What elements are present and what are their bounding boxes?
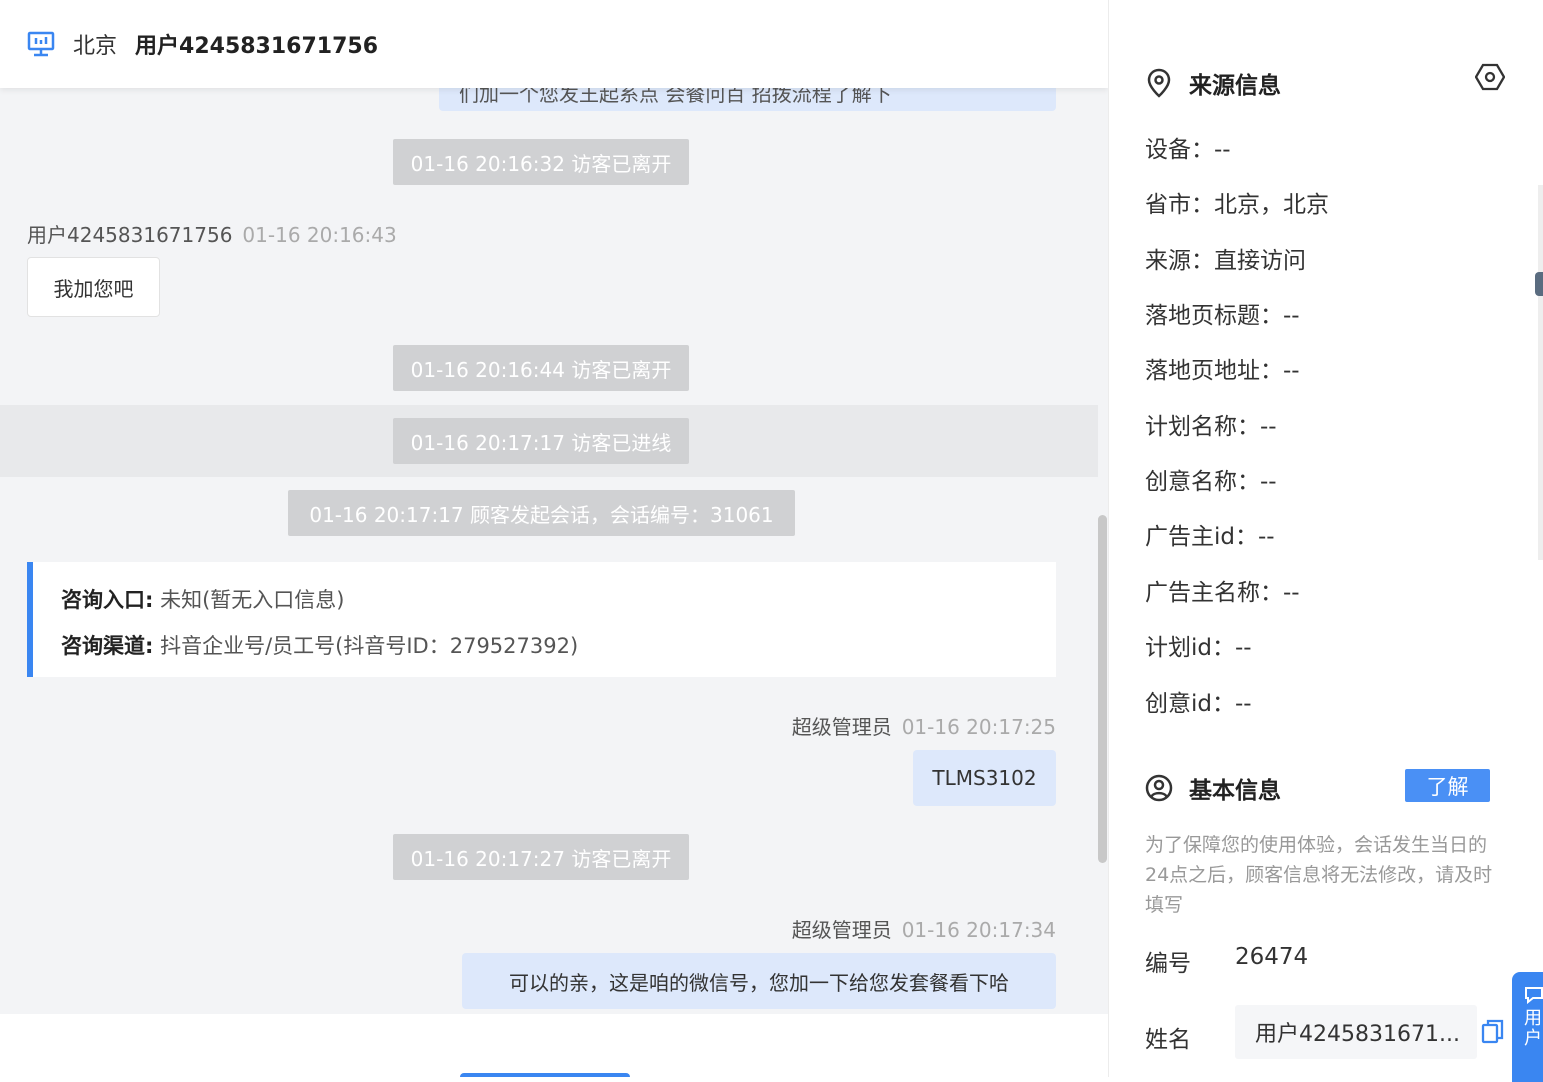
message-time: 01-16 20:17:34 bbox=[901, 918, 1056, 942]
source-field-plan-name: 计划名称：-- bbox=[1145, 414, 1277, 440]
source-field-landing-url: 落地页地址：-- bbox=[1145, 358, 1300, 384]
visitor-name: 用户4245831671756 bbox=[135, 34, 379, 59]
system-event: 01-16 20:16:44 访客已离开 bbox=[393, 345, 689, 391]
agent-message-bubble: TLMS3102 bbox=[913, 750, 1056, 806]
panel-collapse-handle[interactable] bbox=[1535, 272, 1543, 296]
source-field-advertiser-id: 广告主id：-- bbox=[1145, 524, 1275, 550]
system-event: 01-16 20:17:27 访客已离开 bbox=[393, 834, 689, 880]
source-field-device: 设备：-- bbox=[1145, 137, 1231, 163]
customer-id-value: 26474 bbox=[1235, 944, 1309, 970]
basic-info-title-text: 基本信息 bbox=[1189, 778, 1281, 804]
message-time: 01-16 20:17:25 bbox=[901, 715, 1056, 739]
learn-more-button[interactable]: 了解 bbox=[1405, 769, 1490, 802]
visitor-message-bubble: 我加您吧 bbox=[27, 257, 160, 317]
system-event: 01-16 20:16:32 访客已离开 bbox=[393, 139, 689, 185]
info-edit-notice: 为了保障您的使用体验，会话发生当日的24点之后，顾客信息将无法修改，请及时填写 bbox=[1145, 834, 1493, 916]
sender-name: 超级管理员 bbox=[791, 715, 892, 739]
floating-user-button[interactable]: 用 户 bbox=[1512, 972, 1543, 1082]
customer-id-label: 编号 bbox=[1145, 951, 1191, 977]
source-field-plan-id: 计划id：-- bbox=[1145, 635, 1252, 661]
source-field-region: 省市：北京，北京 bbox=[1145, 192, 1329, 218]
source-info-title-text: 来源信息 bbox=[1189, 73, 1281, 99]
consult-info-card: 咨询入口: 未知(暂无入口信息) 咨询渠道: 抖音企业号/员工号(抖音号ID：2… bbox=[27, 562, 1056, 677]
source-field-advertiser-name: 广告主名称：-- bbox=[1145, 580, 1300, 606]
consult-channel: 咨询渠道: 抖音企业号/员工号(抖音号ID：279527392) bbox=[61, 630, 578, 660]
system-event: 01-16 20:17:17 访客已进线 bbox=[393, 418, 689, 464]
sender-name: 用户4245831671756 bbox=[27, 223, 233, 247]
eye-icon[interactable] bbox=[1475, 62, 1505, 92]
panel-scrollbar[interactable] bbox=[1538, 185, 1543, 560]
consult-channel-label: 咨询渠道: bbox=[61, 634, 154, 658]
visitor-location: 北京 bbox=[73, 34, 118, 59]
copy-icon[interactable] bbox=[1481, 1019, 1505, 1045]
customer-info-panel: 来源信息 设备：-- 省市：北京，北京 来源：直接访问 落地页标题：-- 落地页… bbox=[1108, 0, 1543, 1077]
source-info-title: 来源信息 bbox=[1145, 66, 1281, 100]
sender-name: 超级管理员 bbox=[791, 918, 892, 942]
chat-panel: 们加一个您发王起系点 会餐问百 招拨流程了解下 北京 用户42458316717… bbox=[0, 0, 1108, 1077]
location-pin-icon bbox=[1147, 68, 1171, 98]
basic-info-title: 基本信息 bbox=[1145, 771, 1281, 805]
agent-message-meta: 超级管理员 01-16 20:17:34 bbox=[792, 914, 1056, 943]
message-time: 01-16 20:16:43 bbox=[242, 223, 397, 247]
consult-channel-value: 抖音企业号/员工号(抖音号ID：279527392) bbox=[160, 634, 579, 658]
source-field-origin: 来源：直接访问 bbox=[1145, 248, 1306, 274]
customer-name-label: 姓名 bbox=[1145, 1027, 1191, 1053]
agent-message-bubble: 可以的亲，这是咱的微信号，您加一下给您发套餐看下哈 bbox=[462, 953, 1056, 1009]
floating-label-2: 户 bbox=[1524, 1028, 1542, 1049]
monitor-icon bbox=[27, 31, 55, 57]
consult-entry-value: 未知(暂无入口信息) bbox=[160, 588, 345, 612]
consult-entry: 咨询入口: 未知(暂无入口信息) bbox=[61, 584, 344, 614]
source-field-landing-title: 落地页标题：-- bbox=[1145, 303, 1300, 329]
send-button[interactable] bbox=[460, 1073, 630, 1077]
source-field-creative-id: 创意id：-- bbox=[1145, 691, 1252, 717]
chat-scrollbar[interactable] bbox=[1098, 515, 1107, 863]
customer-name-input[interactable]: 用户4245831671... bbox=[1235, 1005, 1477, 1059]
chat-header: 北京 用户4245831671756 bbox=[0, 0, 1108, 88]
system-event: 01-16 20:17:17 顾客发起会话，会话编号：31061 bbox=[288, 490, 795, 536]
floating-label-1: 用 bbox=[1524, 1008, 1542, 1029]
chat-input-area[interactable] bbox=[0, 1014, 1108, 1077]
consult-entry-label: 咨询入口: bbox=[61, 588, 154, 612]
agent-message-meta: 超级管理员 01-16 20:17:25 bbox=[792, 711, 1056, 740]
source-field-creative-name: 创意名称：-- bbox=[1145, 469, 1277, 495]
user-circle-icon bbox=[1145, 774, 1173, 802]
visitor-message-meta: 用户4245831671756 01-16 20:16:43 bbox=[27, 219, 397, 248]
message-icon bbox=[1525, 987, 1543, 1005]
